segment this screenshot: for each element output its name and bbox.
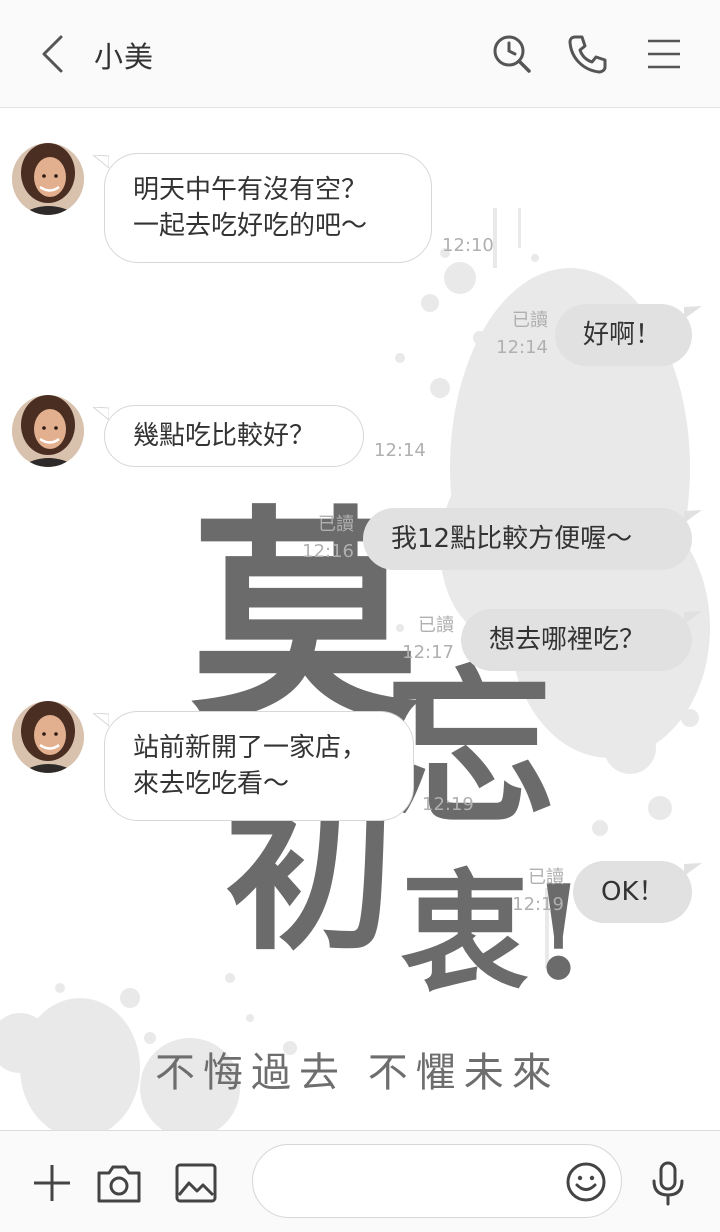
chat-header: 小美 [0,0,720,108]
bubble-tail [684,306,702,319]
camera-icon [97,1165,141,1203]
message-bubble-outgoing[interactable]: 想去哪裡吃？ [461,609,692,671]
message-composer [0,1130,720,1232]
bubble-tail [93,155,109,169]
emoji-button[interactable] [563,1159,609,1205]
read-receipt: 已讀 [418,615,454,636]
contact-avatar[interactable] [12,701,84,773]
message-list[interactable]: 明天中午有沒有空？ 一起去吃好吃的吧～ 12:10 已讀 12:14 好啊！ 幾… [0,108,720,1130]
message-time: 12:16 [302,541,354,562]
avatar-photo [12,701,84,773]
message-text-line: OK！ [601,877,665,907]
search-history-icon [493,35,531,73]
message-time: 12:19 [512,894,564,915]
image-button[interactable] [172,1159,220,1207]
message-time: 12:10 [442,235,494,256]
message-text-line: 來去吃吃看～ [133,769,290,799]
message-text-line: 明天中午有沒有空？ [133,175,368,205]
message-time: 12:19 [422,794,474,815]
microphone-icon [652,1161,684,1206]
plus-icon [34,1165,70,1201]
message-time: 12:14 [496,337,548,358]
message-bubble-outgoing[interactable]: 好啊！ [555,304,692,366]
image-icon [175,1163,217,1203]
bubble-tail [93,407,109,421]
message-bubble-incoming[interactable]: 明天中午有沒有空？ 一起去吃好吃的吧～ [104,153,432,263]
voice-input-button[interactable] [644,1159,692,1207]
avatar-photo [12,143,84,215]
message-text-line: 好啊！ [583,320,662,350]
emoji-icon [566,1162,606,1202]
message-text-line: 幾點吃比較好？ [133,421,316,451]
menu-button[interactable] [642,30,686,78]
menu-icon [648,39,680,69]
message-bubble-incoming[interactable]: 站前新開了一家店， 來去吃吃看～ [104,711,414,821]
bubble-tail [684,510,702,523]
phone-icon [568,35,607,74]
call-button[interactable] [565,30,609,78]
chat-screen: 小美 莫 忘 初 衷! 不悔過去 不懼未來 明天中午有沒有空？ 一起去吃好吃的吧… [0,0,720,1232]
message-time: 12:14 [374,440,426,461]
message-time: 12:17 [402,642,454,663]
message-text-line: 站前新開了一家店， [133,733,368,763]
contact-avatar[interactable] [12,143,84,215]
message-text-line: 一起去吃好吃的吧～ [133,211,368,241]
bubble-tail [684,863,702,876]
message-input-box[interactable] [252,1144,622,1218]
message-bubble-outgoing[interactable]: 我12點比較方便喔～ [363,508,692,570]
message-text-line: 我12點比較方便喔～ [391,524,633,554]
add-attachment-button[interactable] [28,1159,76,1207]
bubble-tail [93,713,109,727]
read-receipt: 已讀 [528,867,564,888]
message-bubble-incoming[interactable]: 幾點吃比較好？ [104,405,364,467]
avatar-photo [12,395,84,467]
camera-button[interactable] [95,1159,143,1207]
search-history-button[interactable] [490,30,534,78]
back-button[interactable] [30,30,74,78]
contact-avatar[interactable] [12,395,84,467]
contact-name[interactable]: 小美 [94,34,154,76]
back-arrow-icon [42,35,63,73]
read-receipt: 已讀 [512,310,548,331]
message-text-line: 想去哪裡吃？ [489,625,646,655]
message-input[interactable] [275,1163,559,1201]
bubble-tail [684,611,702,624]
message-bubble-outgoing[interactable]: OK！ [573,861,692,923]
read-receipt: 已讀 [318,514,354,535]
